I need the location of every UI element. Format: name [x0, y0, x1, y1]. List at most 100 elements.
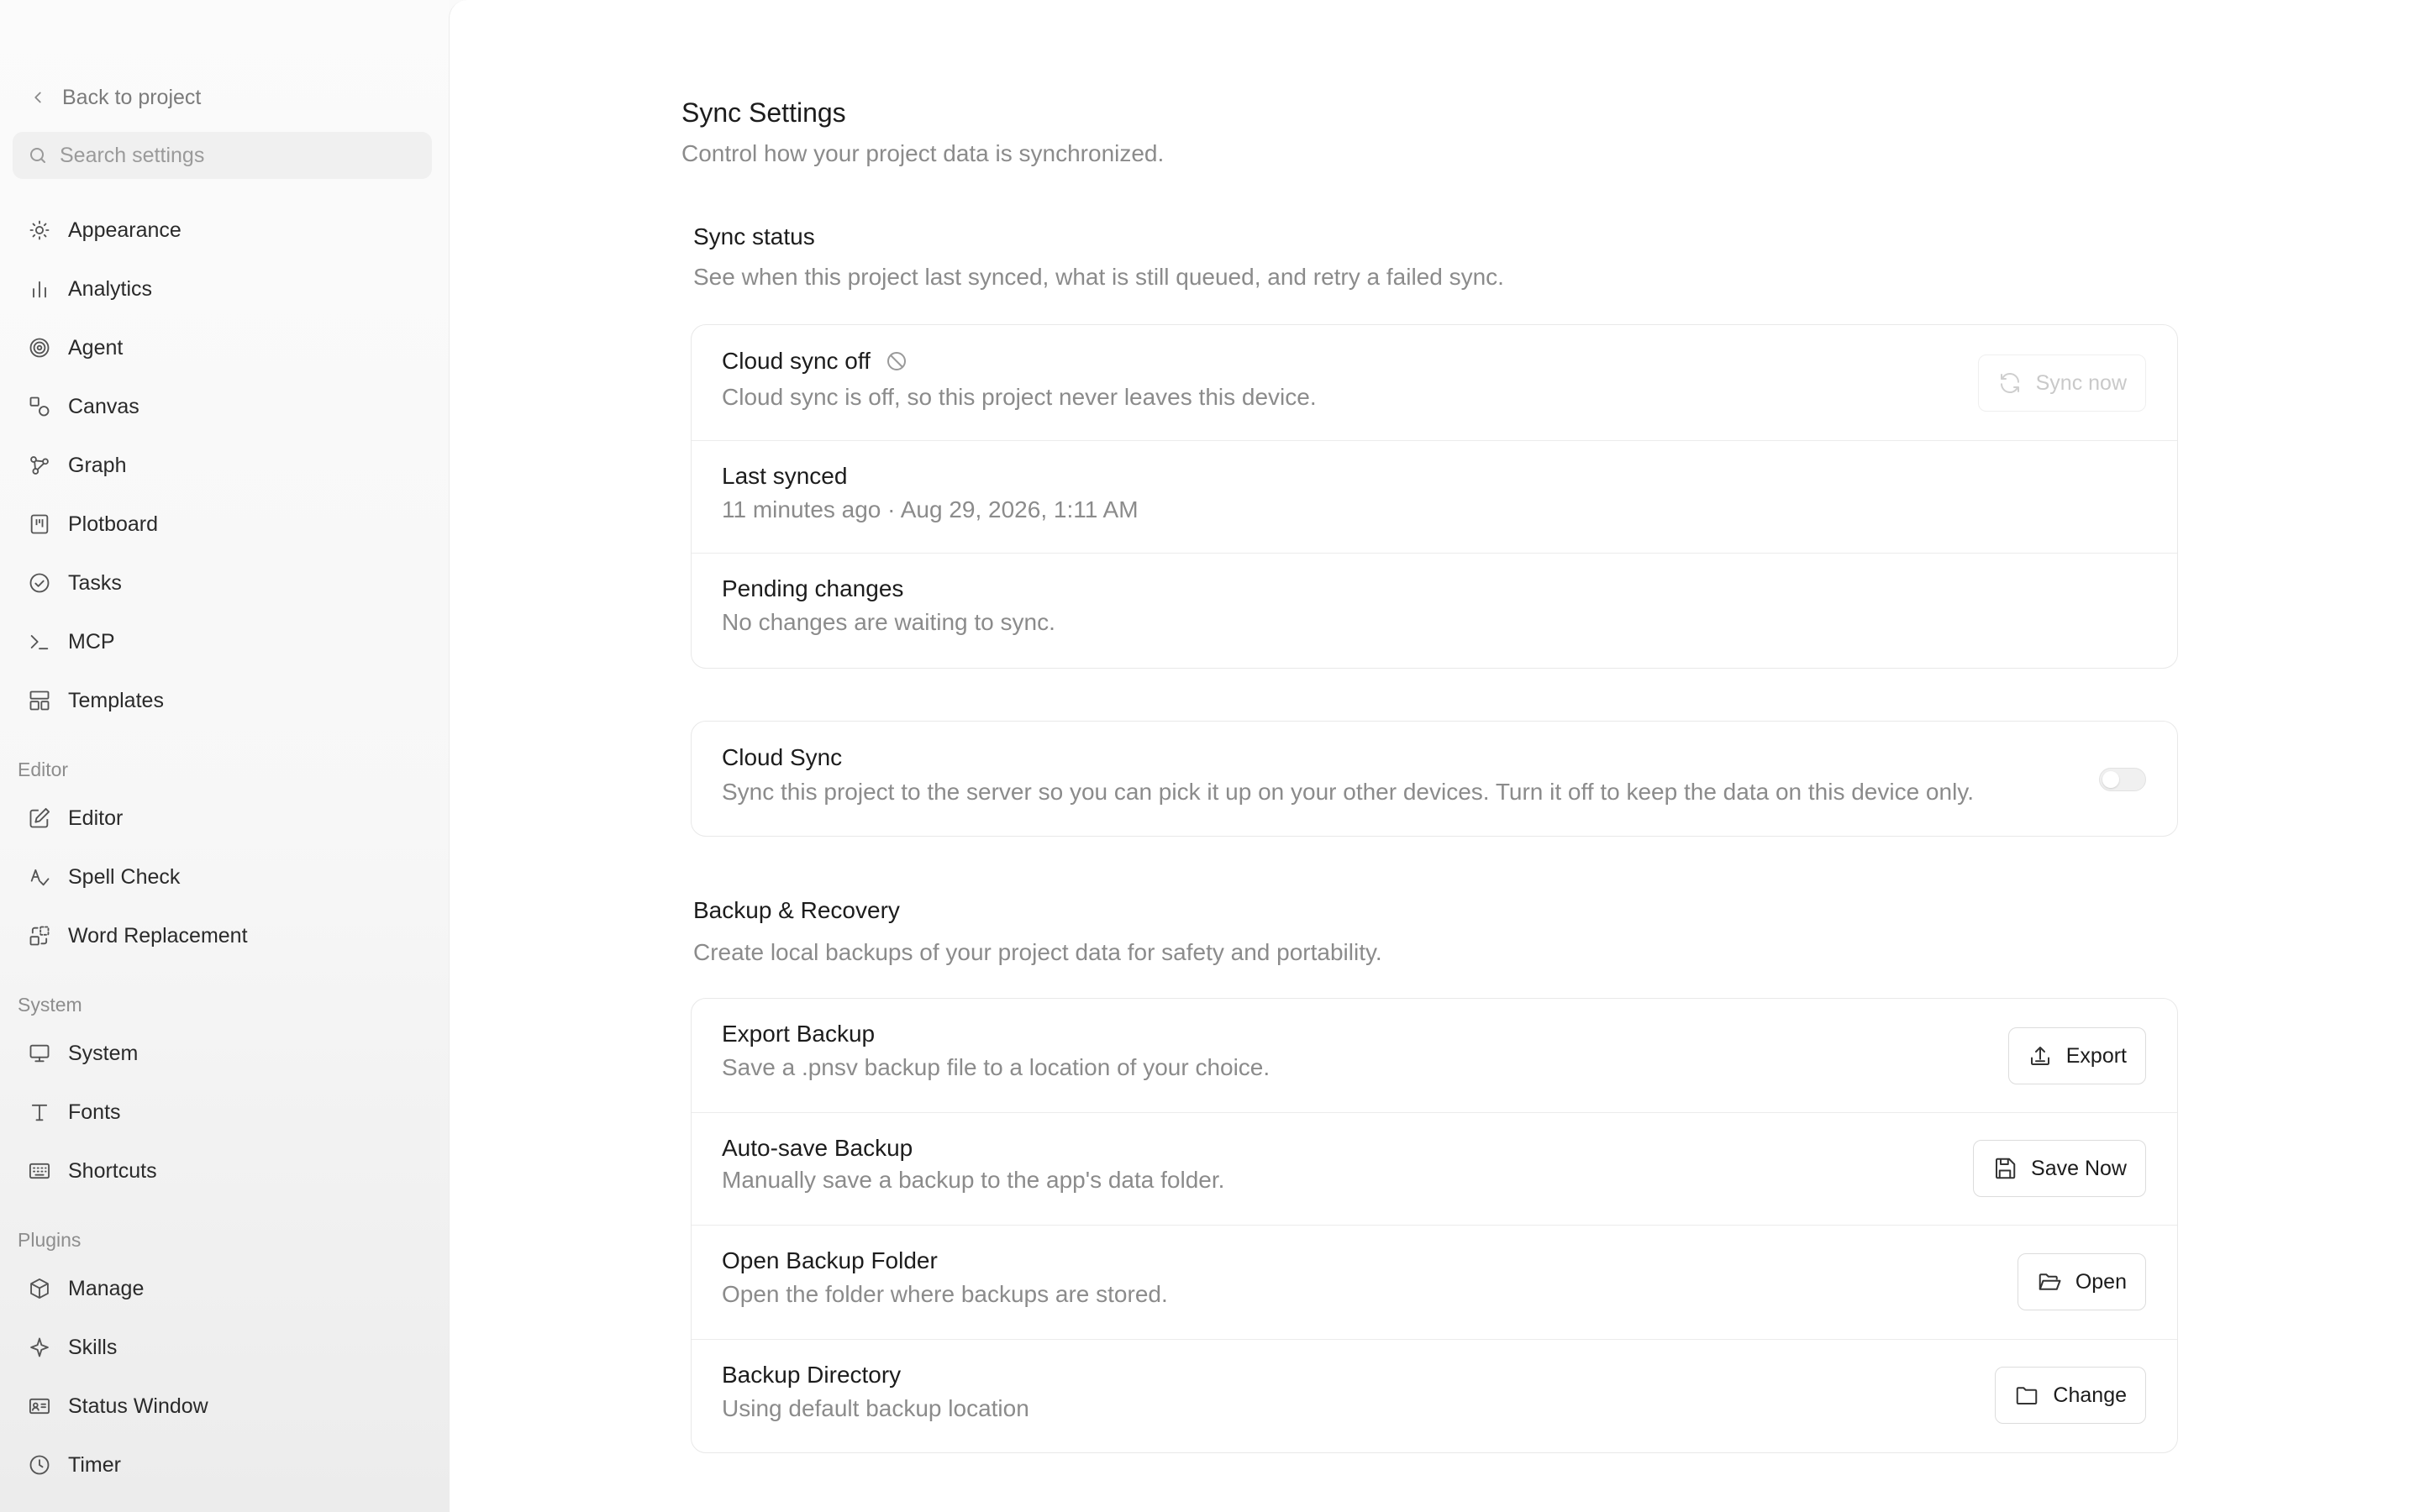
- upload-icon: [2030, 1047, 2049, 1065]
- sidebar-item-label: Skills: [68, 1335, 118, 1359]
- shapes-icon: [29, 396, 50, 417]
- page-subtitle: Control how your project data is synchro…: [681, 140, 1165, 166]
- chevron-left-icon: [34, 92, 41, 103]
- monitor-icon: [29, 1044, 50, 1063]
- sidebar-item-mcp[interactable]: MCP: [13, 617, 432, 667]
- spiral-icon: [29, 338, 50, 358]
- change-button[interactable]: Change: [1995, 1367, 2146, 1424]
- save-now-label: Save Now: [2031, 1156, 2127, 1180]
- sidebar-item-label: Agent: [68, 335, 124, 360]
- cloud-sync-off-description: Cloud sync is off, so this project never…: [722, 384, 1317, 410]
- sidebar-item-editor[interactable]: Editor: [13, 793, 432, 843]
- edit-icon: [29, 807, 50, 828]
- save-now-button[interactable]: Save Now: [1973, 1140, 2146, 1197]
- sidebar-item-label: Canvas: [68, 394, 139, 418]
- sidebar-item-graph[interactable]: Graph: [13, 440, 432, 491]
- search-box: [13, 132, 432, 179]
- cloud-sync-toggle[interactable]: [2099, 768, 2146, 791]
- check-circle-icon: [29, 573, 50, 593]
- settings-sidebar: Back to project Appearance Analytics Age…: [0, 0, 449, 1512]
- auto-save-backup-row: Auto-save Backup Manually save a backup …: [692, 1113, 2177, 1226]
- sidebar-item-fonts[interactable]: Fonts: [13, 1087, 432, 1137]
- search-input[interactable]: [60, 143, 417, 168]
- folder-icon: [2017, 1387, 2038, 1404]
- change-label: Change: [2053, 1383, 2127, 1407]
- sidebar-item-label: Editor: [68, 806, 124, 830]
- clock-icon: [29, 1455, 50, 1475]
- sync-status-card: Cloud sync off Cloud sync is off, so thi…: [691, 324, 2178, 669]
- sidebar-item-system[interactable]: System: [13, 1028, 432, 1079]
- sidebar-item-label: Tasks: [68, 570, 122, 595]
- sidebar-item-status-window[interactable]: Status Window: [13, 1381, 432, 1431]
- terminal-icon: [30, 635, 49, 650]
- cloud-sync-title: Cloud Sync: [722, 744, 843, 770]
- sidebar-item-label: Word Replacement: [68, 923, 248, 948]
- sync-status-description: See when this project last synced, what …: [693, 264, 1504, 290]
- pending-changes-row: Pending changes No changes are waiting t…: [692, 554, 2177, 668]
- last-synced-title: Last synced: [722, 463, 848, 489]
- back-to-project-link[interactable]: Back to project: [29, 81, 201, 113]
- sync-now-button[interactable]: Sync now: [1977, 354, 2146, 412]
- pending-changes-title: Pending changes: [722, 575, 904, 601]
- backup-description: Create local backups of your project dat…: [693, 939, 1382, 965]
- export-backup-description: Save a .pnsv backup file to a location o…: [722, 1054, 1270, 1080]
- sidebar-item-label: Shortcuts: [68, 1158, 157, 1183]
- backup-directory-title: Backup Directory: [722, 1362, 902, 1388]
- backup-card: Export Backup Save a .pnsv backup file t…: [691, 998, 2178, 1453]
- spell-check-icon: [30, 869, 50, 886]
- cloud-sync-description: Sync this project to the server so you c…: [722, 779, 1975, 805]
- sidebar-item-label: MCP: [68, 629, 115, 654]
- sidebar-item-tasks[interactable]: Tasks: [13, 558, 432, 608]
- sidebar-item-templates[interactable]: Templates: [13, 675, 432, 726]
- sidebar-item-label: Appearance: [68, 218, 182, 242]
- board-icon: [30, 514, 49, 534]
- sidebar-item-spell-check[interactable]: Spell Check: [13, 852, 432, 902]
- open-backup-folder-description: Open the folder where backups are stored…: [722, 1281, 1168, 1307]
- export-label: Export: [2065, 1043, 2127, 1068]
- graph-nodes-icon: [30, 456, 49, 475]
- cloud-sync-off-title: Cloud sync off: [722, 348, 909, 375]
- sidebar-item-label: Plotboard: [68, 512, 159, 536]
- sun-icon: [29, 220, 50, 240]
- last-synced-row: Last synced 11 minutes ago · Aug 29, 202…: [692, 441, 2177, 554]
- sidebar-item-label: Graph: [68, 453, 127, 477]
- sidebar-item-timer[interactable]: Timer: [13, 1440, 432, 1490]
- floppy-disk-icon: [1996, 1158, 2016, 1179]
- cloud-sync-off-row: Cloud sync off Cloud sync is off, so thi…: [692, 325, 2177, 441]
- sidebar-item-label: Timer: [68, 1452, 121, 1477]
- last-synced-value: 11 minutes ago · Aug 29, 2026, 1:11 AM: [722, 496, 1139, 522]
- sidebar-item-agent[interactable]: Agent: [13, 323, 432, 373]
- replace-icon: [29, 926, 50, 946]
- sync-now-label: Sync now: [2035, 370, 2127, 395]
- sidebar-item-skills[interactable]: Skills: [13, 1322, 432, 1373]
- sidebar-item-shortcuts[interactable]: Shortcuts: [13, 1146, 432, 1196]
- keyboard-icon: [29, 1163, 50, 1179]
- sidebar-item-label: Analytics: [68, 276, 153, 301]
- auto-save-backup-description: Manually save a backup to the app's data…: [722, 1167, 1225, 1193]
- sidebar-item-plotboard[interactable]: Plotboard: [13, 499, 432, 549]
- auto-save-backup-title: Auto-save Backup: [722, 1135, 913, 1161]
- sidebar-item-manage[interactable]: Manage: [13, 1263, 432, 1314]
- sidebar-item-analytics[interactable]: Analytics: [13, 264, 432, 314]
- refresh-icon: [2000, 372, 2019, 394]
- open-backup-folder-title: Open Backup Folder: [722, 1247, 938, 1273]
- back-label: Back to project: [62, 85, 202, 109]
- backup-title: Backup & Recovery: [693, 897, 900, 923]
- sync-status-title: Sync status: [693, 223, 815, 249]
- cloud-sync-off-label: Cloud sync off: [722, 348, 871, 374]
- sidebar-item-canvas[interactable]: Canvas: [13, 381, 432, 432]
- package-icon: [30, 1278, 49, 1299]
- export-button[interactable]: Export: [2007, 1027, 2146, 1084]
- open-button[interactable]: Open: [2017, 1253, 2146, 1310]
- toggle-knob: [2102, 771, 2119, 788]
- page-title: Sync Settings: [681, 97, 846, 128]
- sidebar-item-label: Spell Check: [68, 864, 181, 889]
- sidebar-item-word-replacement[interactable]: Word Replacement: [13, 911, 432, 961]
- group-label-system: System: [18, 994, 82, 1016]
- cloud-sync-row: Cloud Sync Sync this project to the serv…: [692, 722, 2177, 836]
- settings-main: Sync Settings Control how your project d…: [449, 0, 2420, 1512]
- sidebar-item-label: Templates: [68, 688, 164, 712]
- sidebar-item-appearance[interactable]: Appearance: [13, 205, 432, 255]
- open-backup-folder-row: Open Backup Folder Open the folder where…: [692, 1226, 2177, 1340]
- sidebar-item-label: Status Window: [68, 1394, 208, 1418]
